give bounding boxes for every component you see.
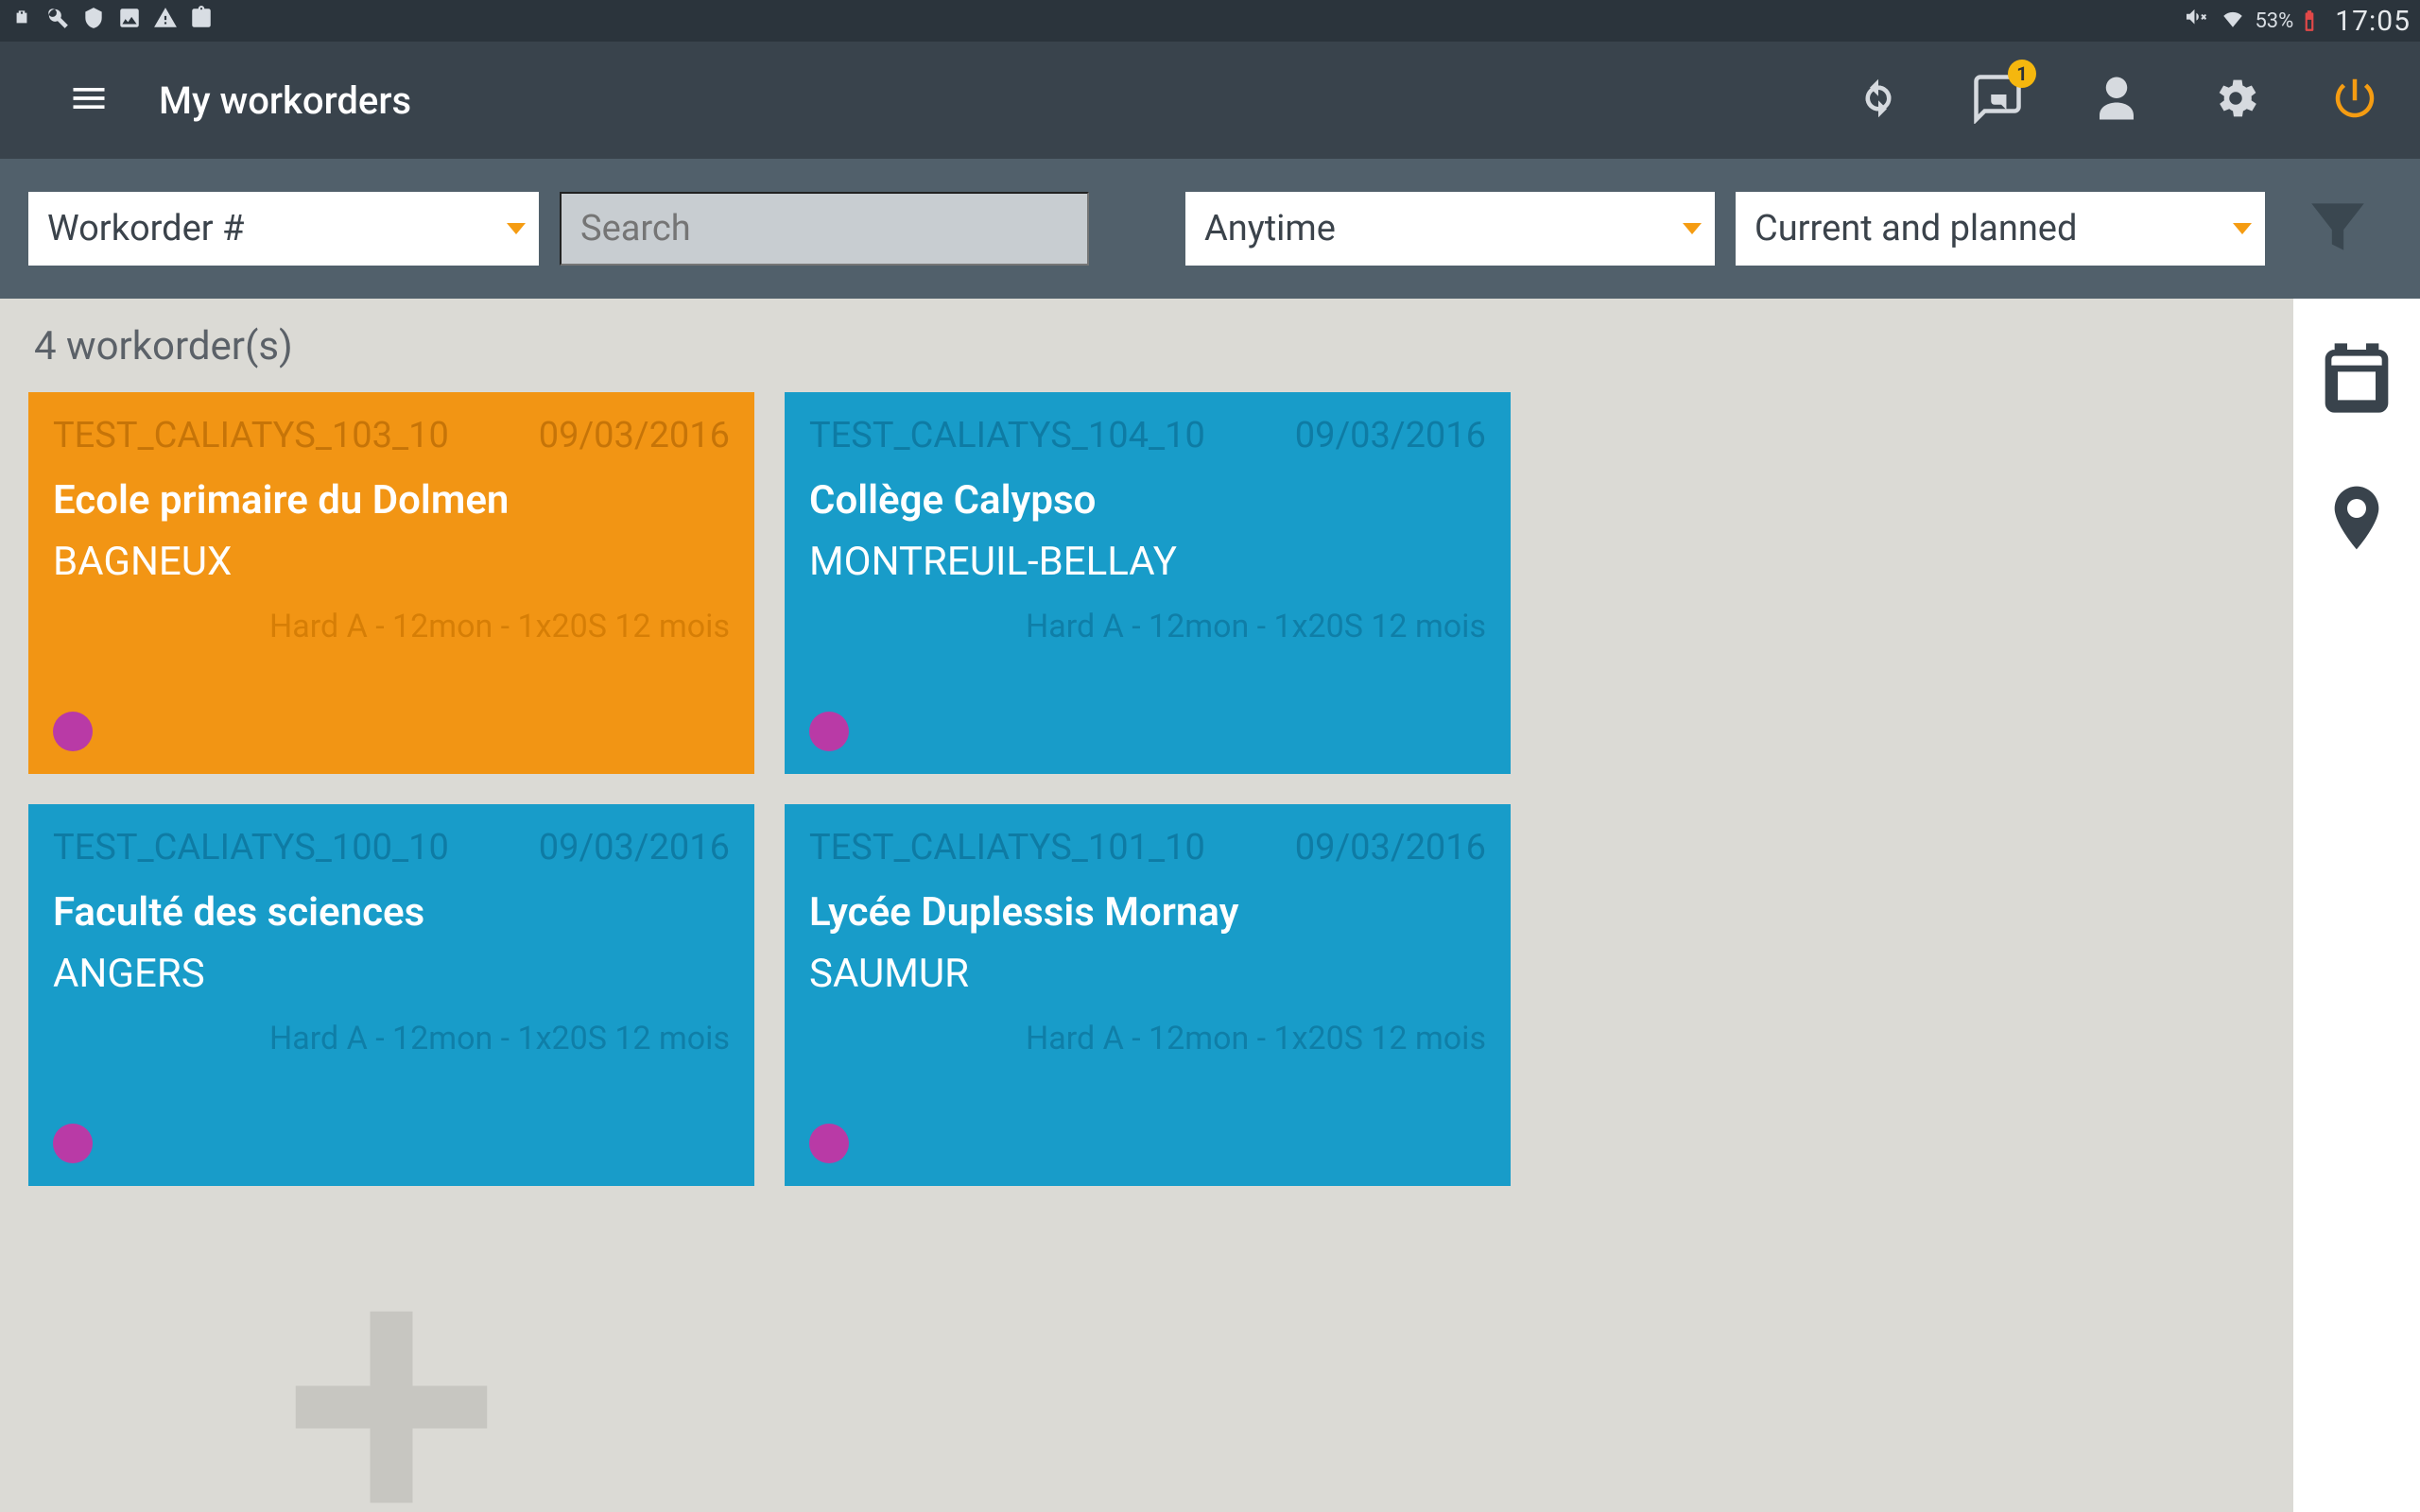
workorder-card[interactable]: TEST_CALIATYS_101_10 09/03/2016 Lycée Du… <box>785 804 1511 1186</box>
pin-icon <box>2319 480 2394 556</box>
hamburger-icon <box>68 77 110 119</box>
card-date: 09/03/2016 <box>1295 415 1486 456</box>
card-date: 09/03/2016 <box>1295 827 1486 868</box>
plus-icon <box>264 1280 519 1512</box>
time-select[interactable]: Anytime <box>1185 192 1715 266</box>
calendar-view-button[interactable] <box>2319 340 2394 420</box>
card-city: ANGERS <box>53 951 730 997</box>
chevron-down-icon <box>2233 223 2252 234</box>
card-id: TEST_CALIATYS_104_10 <box>809 415 1205 456</box>
status-dot <box>53 712 93 751</box>
sort-select-value: Workorder # <box>47 208 244 249</box>
filter-bar: Workorder # Anytime Current and planned <box>0 159 2420 299</box>
status-select[interactable]: Current and planned <box>1736 192 2265 266</box>
mute-icon <box>2187 6 2211 36</box>
calendar-icon <box>2319 340 2394 416</box>
card-city: SAUMUR <box>809 951 1486 997</box>
card-header: TEST_CALIATYS_100_10 09/03/2016 <box>53 827 730 868</box>
workorder-card[interactable]: TEST_CALIATYS_103_10 09/03/2016 Ecole pr… <box>28 392 754 774</box>
appbar-actions: 1 <box>1853 73 2397 128</box>
map-view-button[interactable] <box>2319 480 2394 559</box>
status-dot <box>809 1124 849 1163</box>
card-schedule: Hard A - 12mon - 1x20S 12 mois <box>53 1020 730 1057</box>
card-header: TEST_CALIATYS_101_10 09/03/2016 <box>809 827 1486 868</box>
card-date: 09/03/2016 <box>539 415 730 456</box>
android-status-bar: 53% 17:05 <box>0 0 2420 42</box>
card-schedule: Hard A - 12mon - 1x20S 12 mois <box>53 608 730 645</box>
user-button[interactable] <box>2091 73 2142 128</box>
card-id: TEST_CALIATYS_103_10 <box>53 415 449 456</box>
status-clock: 17:05 <box>2331 5 2411 38</box>
battery-percent: 53% <box>2255 9 2293 33</box>
card-header: TEST_CALIATYS_103_10 09/03/2016 <box>53 415 730 456</box>
content-area: 4 workorder(s) TEST_CALIATYS_103_10 09/0… <box>0 299 2420 1512</box>
chat-badge: 1 <box>2008 60 2036 88</box>
card-city: MONTREUIL-BELLAY <box>809 539 1486 585</box>
main-panel: 4 workorder(s) TEST_CALIATYS_103_10 09/0… <box>0 299 2293 1512</box>
chevron-down-icon <box>1683 223 1702 234</box>
wrench-icon <box>45 6 70 36</box>
chevron-down-icon <box>507 223 526 234</box>
sort-select[interactable]: Workorder # <box>28 192 539 266</box>
refresh-icon <box>1853 73 1904 124</box>
card-title: Lycée Duplessis Mornay <box>809 889 1486 936</box>
status-left-icons <box>9 6 214 36</box>
chat-button[interactable]: 1 <box>1972 73 2023 128</box>
status-dot <box>53 1124 93 1163</box>
page-title: My workorders <box>159 78 411 123</box>
card-title: Faculté des sciences <box>53 889 730 936</box>
battery-indicator: 53% <box>2255 9 2322 33</box>
usb-icon <box>9 6 34 36</box>
user-icon <box>2091 73 2142 124</box>
right-rail <box>2293 299 2420 1512</box>
app-bar: My workorders 1 <box>0 42 2420 159</box>
card-id: TEST_CALIATYS_101_10 <box>809 827 1205 868</box>
workorder-card[interactable]: TEST_CALIATYS_104_10 09/03/2016 Collège … <box>785 392 1511 774</box>
image-icon <box>117 6 142 36</box>
card-city: BAGNEUX <box>53 539 730 585</box>
card-header: TEST_CALIATYS_104_10 09/03/2016 <box>809 415 1486 456</box>
search-input[interactable] <box>560 192 1089 266</box>
power-icon <box>2329 73 2380 124</box>
gear-icon <box>2210 73 2261 124</box>
power-button[interactable] <box>2329 73 2380 128</box>
filter-button[interactable] <box>2303 192 2392 266</box>
workorder-grid: TEST_CALIATYS_103_10 09/03/2016 Ecole pr… <box>28 392 2265 1512</box>
card-id: TEST_CALIATYS_100_10 <box>53 827 449 868</box>
shield-icon <box>81 6 106 36</box>
card-schedule: Hard A - 12mon - 1x20S 12 mois <box>809 1020 1486 1057</box>
menu-button[interactable] <box>68 77 110 123</box>
workorder-card[interactable]: TEST_CALIATYS_100_10 09/03/2016 Faculté … <box>28 804 754 1186</box>
card-title: Collège Calypso <box>809 477 1486 524</box>
card-title: Ecole primaire du Dolmen <box>53 477 730 524</box>
card-schedule: Hard A - 12mon - 1x20S 12 mois <box>809 608 1486 645</box>
add-workorder-button[interactable] <box>28 1216 754 1512</box>
refresh-button[interactable] <box>1853 73 1904 128</box>
status-dot <box>809 712 849 751</box>
warning-icon <box>153 6 178 36</box>
status-right-icons: 53% 17:05 <box>2187 5 2411 38</box>
clipboard-icon <box>189 6 214 36</box>
settings-button[interactable] <box>2210 73 2261 128</box>
time-select-value: Anytime <box>1204 208 1336 249</box>
card-date: 09/03/2016 <box>539 827 730 868</box>
wifi-icon <box>2221 6 2245 36</box>
workorder-count: 4 workorder(s) <box>34 323 2265 369</box>
funnel-icon <box>2303 192 2373 262</box>
status-select-value: Current and planned <box>1754 208 2077 249</box>
